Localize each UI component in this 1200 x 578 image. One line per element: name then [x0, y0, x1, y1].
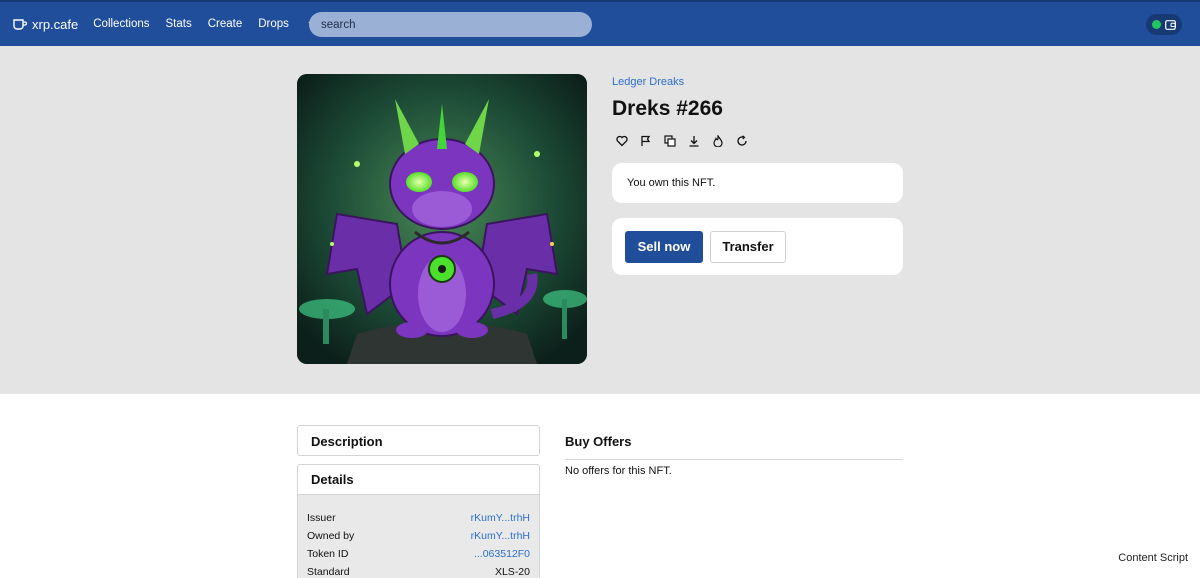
content-script-label: Content Script	[1118, 552, 1188, 564]
copy-icon[interactable]	[664, 135, 676, 147]
coffee-cup-icon	[13, 19, 28, 30]
issuer-link[interactable]: rKumY...trhH	[471, 512, 530, 524]
details-panel: Details Issuer rKumY...trhH Owned by rKu…	[297, 464, 540, 578]
nft-image[interactable]	[297, 74, 587, 364]
brand-logo[interactable]: xrp.cafe	[12, 17, 78, 32]
nav-stats[interactable]: Stats	[166, 18, 192, 30]
ownership-card: You own this NFT.	[612, 163, 903, 203]
burn-icon[interactable]	[712, 135, 724, 147]
refresh-icon[interactable]	[736, 135, 748, 147]
wallet-button[interactable]	[1146, 14, 1182, 35]
nft-info: Ledger Dreaks Dreks #266 You own this NF…	[612, 76, 903, 275]
no-offers-text: No offers for this NFT.	[565, 465, 672, 477]
detail-label: Standard	[307, 566, 350, 578]
brand-name: xrp.cafe	[32, 16, 79, 32]
details-body: Issuer rKumY...trhH Owned by rKumY...trh…	[298, 495, 539, 578]
detail-label: Owned by	[307, 530, 355, 542]
ownership-text: You own this NFT.	[627, 177, 716, 189]
token-id-link[interactable]: ...063512F0	[474, 548, 530, 560]
owner-link[interactable]: rKumY...trhH	[471, 530, 530, 542]
dragon-artwork	[297, 74, 587, 364]
buy-offers-heading: Buy Offers	[565, 434, 903, 460]
trade-card: Sell now Transfer	[612, 218, 903, 275]
description-heading: Description	[311, 433, 383, 449]
detail-row-token-id: Token ID ...063512F0	[307, 545, 530, 563]
top-nav-bar: xrp.cafe Collections Stats Create Drops	[0, 0, 1200, 46]
transfer-button[interactable]: Transfer	[710, 230, 786, 263]
collection-link[interactable]: Ledger Dreaks	[612, 76, 903, 88]
nav-create[interactable]: Create	[208, 18, 243, 30]
detail-row-standard: Standard XLS-20	[307, 563, 530, 578]
sell-now-button[interactable]: Sell now	[625, 230, 703, 263]
download-icon[interactable]	[688, 135, 700, 147]
standard-value: XLS-20	[494, 566, 530, 578]
description-panel[interactable]: Description	[297, 425, 540, 456]
heart-icon[interactable]	[616, 135, 628, 147]
nft-title: Dreks #266	[612, 97, 723, 120]
detail-row-issuer: Issuer rKumY...trhH	[307, 509, 530, 527]
nft-hero: Ledger Dreaks Dreks #266 You own this NF…	[0, 46, 1200, 394]
nav-collections[interactable]: Collections	[93, 18, 149, 30]
nav-drops[interactable]: Drops	[258, 18, 289, 30]
wallet-icon	[1165, 19, 1176, 30]
buy-offers-section: Buy Offers No offers for this NFT.	[565, 434, 903, 477]
main-nav: Collections Stats Create Drops	[93, 17, 321, 31]
detail-row-owner: Owned by rKumY...trhH	[307, 527, 530, 545]
nft-action-bar	[616, 135, 903, 147]
detail-label: Token ID	[307, 548, 349, 560]
connected-status-dot	[1152, 20, 1161, 29]
search-input[interactable]	[309, 12, 592, 37]
detail-label: Issuer	[307, 512, 336, 524]
details-heading[interactable]: Details	[298, 465, 539, 495]
flag-icon[interactable]	[640, 135, 652, 147]
